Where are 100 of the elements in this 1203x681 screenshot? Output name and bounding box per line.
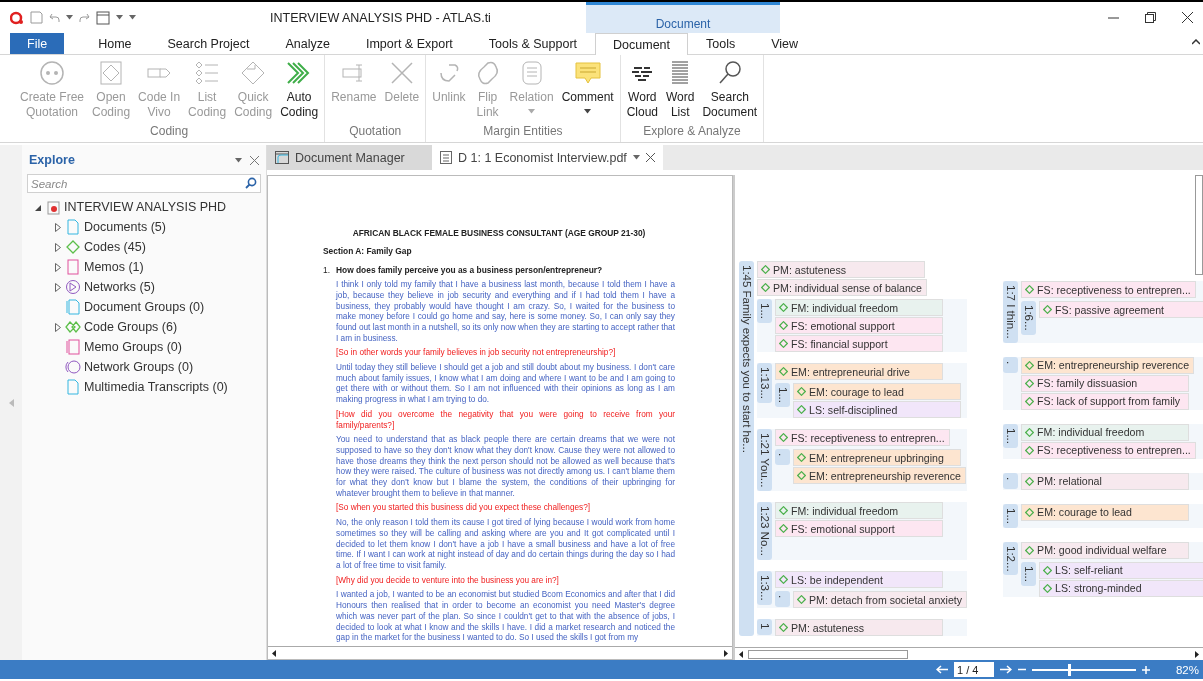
ribbon-button[interactable]: Auto Coding: [276, 55, 323, 124]
code-tag[interactable]: FS: lack of support from family: [1021, 392, 1190, 410]
quotation-bar[interactable]: 1:21 You...: [757, 429, 772, 492]
tree-item[interactable]: Networks (5): [25, 277, 263, 297]
scroll-left-icon[interactable]: [270, 648, 278, 658]
app-logo-icon[interactable]: [10, 10, 24, 25]
vertical-scrollbar[interactable]: [1195, 175, 1203, 275]
tab-menu-caret-icon[interactable]: [632, 155, 640, 160]
page-field[interactable]: 1 / 4: [953, 662, 994, 677]
code-tag[interactable]: LS: strong-minded: [1039, 579, 1203, 597]
code-tag[interactable]: FS: financial support: [775, 335, 943, 352]
expand-arrow-icon[interactable]: [54, 222, 61, 232]
code-tag[interactable]: LS: be independent: [775, 571, 943, 589]
expand-arrow-icon[interactable]: [54, 282, 61, 292]
horizontal-scrollbar[interactable]: [268, 646, 732, 659]
layout-icon[interactable]: [96, 10, 110, 25]
quotation-bar[interactable]: .: [775, 591, 790, 608]
pane-options-caret-icon[interactable]: [235, 157, 242, 163]
quotation-bar[interactable]: .: [1003, 356, 1019, 373]
tree-item[interactable]: Document Groups (0): [25, 297, 263, 317]
quotation-bar[interactable]: 1...: [775, 383, 790, 407]
code-tag[interactable]: EM: courage to lead: [1021, 503, 1190, 521]
zoom-slider-thumb[interactable]: [1068, 663, 1072, 676]
code-tag[interactable]: FS: receptiveness to entrepren...: [775, 429, 950, 446]
tree-item[interactable]: Codes (45): [25, 237, 263, 257]
code-tag[interactable]: PM: detach from societal anxiety: [793, 591, 968, 609]
code-tag[interactable]: FS: emotional support: [775, 317, 943, 334]
code-tag[interactable]: EM: courage to lead: [793, 383, 961, 400]
code-tag[interactable]: PM: good individual welfare: [1021, 541, 1190, 559]
quotation-bar[interactable]: 1...: [757, 299, 772, 323]
tree-item[interactable]: Multimedia Transcripts (0): [25, 377, 263, 397]
customize-caret-icon[interactable]: [129, 15, 136, 20]
code-tag[interactable]: EM: entrepreneurial drive: [775, 363, 943, 380]
ribbon-tab[interactable]: Document: [595, 33, 689, 55]
zoom-in-icon[interactable]: [1141, 665, 1150, 674]
ribbon-button[interactable]: Word List: [662, 55, 699, 124]
quotation-bar[interactable]: 1:6...: [1021, 301, 1037, 335]
tree-item[interactable]: Memo Groups (0): [25, 337, 263, 357]
code-tag[interactable]: PM: relational: [1021, 472, 1190, 490]
quotation-bar[interactable]: 1: [757, 619, 772, 636]
code-tag[interactable]: PM: astuteness: [757, 261, 925, 278]
quotation-bar[interactable]: .: [1003, 472, 1019, 489]
code-tag[interactable]: PM: individual sense of balance: [757, 279, 927, 296]
quotation-bar[interactable]: 1...: [1021, 561, 1037, 586]
code-tag[interactable]: FM: individual freedom: [1021, 423, 1190, 441]
quotation-bar[interactable]: 1...: [1003, 503, 1019, 528]
restore-icon[interactable]: [1145, 12, 1156, 23]
tree-item[interactable]: Memos (1): [25, 257, 263, 277]
layout-caret-icon[interactable]: [116, 15, 123, 20]
scroll-right-icon[interactable]: [722, 648, 730, 658]
ribbon-tab[interactable]: Search Project: [149, 33, 268, 54]
close-icon[interactable]: [1182, 12, 1193, 23]
code-tag[interactable]: LS: self-reliant: [1039, 561, 1203, 579]
code-tag[interactable]: PM: astuteness: [775, 619, 943, 637]
code-tag[interactable]: EM: entrepreneurship reverence: [793, 467, 966, 484]
search-field[interactable]: Search: [27, 174, 261, 193]
ribbon-button[interactable]: Word Cloud: [622, 55, 662, 124]
code-tag[interactable]: EM: entrepreneurship reverence: [1021, 356, 1195, 374]
quotation-bar[interactable]: .: [775, 449, 790, 465]
tree-item[interactable]: INTERVIEW ANALYSIS PHD: [25, 197, 263, 217]
code-tag[interactable]: FS: passive agreement: [1039, 301, 1203, 318]
tree-item[interactable]: Code Groups (6): [25, 317, 263, 337]
expand-arrow-icon[interactable]: [54, 262, 61, 272]
scroll-right-icon[interactable]: [1193, 649, 1201, 659]
previous-page-icon[interactable]: [935, 665, 948, 674]
redo-icon[interactable]: [79, 12, 90, 23]
collapse-ribbon-icon[interactable]: [1192, 39, 1200, 45]
expand-arrow-icon[interactable]: [54, 322, 61, 332]
ribbon-tab[interactable]: View: [753, 33, 817, 54]
quotation-bar[interactable]: 1:7 I thin...: [1003, 281, 1019, 343]
code-tag[interactable]: EM: entrepreneur upbringing: [793, 449, 961, 466]
editor-tab[interactable]: Document Manager: [267, 145, 432, 170]
code-tag[interactable]: FS: receptiveness to entrepren...: [1021, 441, 1196, 459]
zoom-out-icon[interactable]: [1017, 668, 1026, 671]
ribbon-tab[interactable]: Analyze: [267, 33, 348, 54]
quotation-bar[interactable]: 1:13...: [757, 363, 772, 403]
scroll-left-icon[interactable]: [737, 649, 745, 659]
undo-menu-caret-icon[interactable]: [66, 15, 73, 20]
close-icon[interactable]: [645, 153, 655, 162]
code-tag[interactable]: FS: family dissuasion: [1021, 374, 1190, 392]
expand-arrow-icon[interactable]: [54, 242, 61, 252]
ribbon-tab[interactable]: Import & Export: [347, 33, 471, 54]
quotation-bar[interactable]: 1...: [1003, 423, 1019, 448]
code-tag[interactable]: FS: receptiveness to entrepren...: [1021, 281, 1196, 298]
search-icon[interactable]: [245, 177, 257, 189]
ribbon-tab[interactable]: Home: [80, 33, 150, 54]
quotation-bar[interactable]: 1:2...: [1003, 541, 1019, 576]
code-tag[interactable]: LS: self-disciplined: [793, 401, 961, 418]
editor-tab[interactable]: D 1: 1 Economist Interview.pdf: [432, 145, 663, 170]
undo-icon[interactable]: [49, 12, 60, 23]
ribbon-button[interactable]: Search Document: [698, 55, 762, 124]
file-menu-tab[interactable]: File: [10, 33, 65, 54]
quotation-bar[interactable]: 1:45 Family expects you to start he...: [739, 261, 754, 637]
quotation-bar[interactable]: 1:3...: [757, 571, 772, 605]
next-page-icon[interactable]: [999, 665, 1012, 674]
code-tag[interactable]: FM: individual freedom: [775, 502, 943, 520]
ribbon-button[interactable]: Comment: [557, 55, 618, 124]
ribbon-tab[interactable]: Tools: [688, 33, 754, 54]
tree-item[interactable]: Documents (5): [25, 217, 263, 237]
quotation-bar[interactable]: 1:23 No...: [757, 502, 772, 561]
